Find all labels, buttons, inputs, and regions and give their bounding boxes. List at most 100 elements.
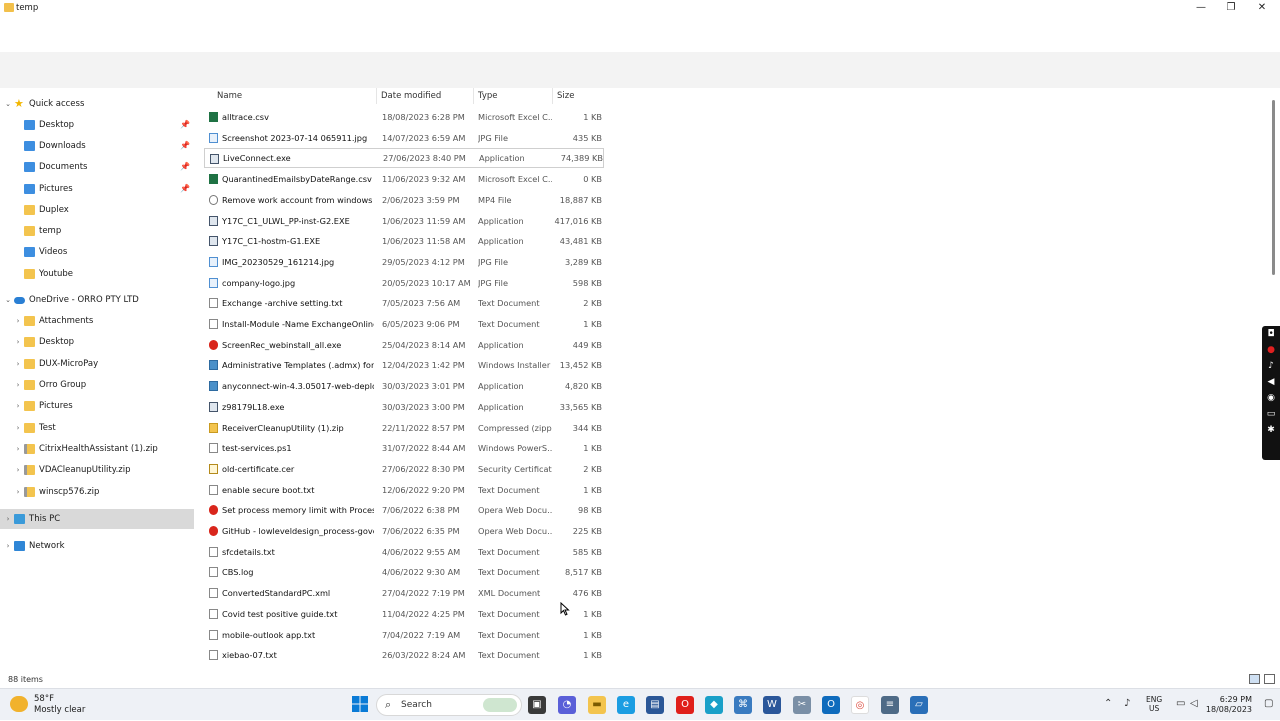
column-header-type[interactable]: Type [478, 91, 498, 101]
file-row[interactable]: ConvertedStandardPC.xml 27/04/2022 7:19 P… [204, 583, 604, 603]
nav-item[interactable]: temp [0, 221, 194, 241]
nav-item[interactable]: Downloads 📌 [0, 136, 194, 156]
volume-icon[interactable]: ◁ [1190, 698, 1198, 709]
nav-item[interactable]: › Test [0, 418, 194, 438]
close-button[interactable]: ✕ [1247, 0, 1277, 16]
remote-app-icon[interactable]: ◆ [705, 696, 723, 714]
network-app-icon[interactable]: ⌘ [734, 696, 752, 714]
file-row[interactable]: Exchange -archive setting.txt 7/05/2023 7… [204, 293, 604, 313]
camera-icon[interactable]: ◘ [1262, 326, 1280, 342]
file-row[interactable]: ReceiverCleanupUtility (1).zip 22/11/2022… [204, 418, 604, 438]
file-row[interactable]: mobile-outlook app.txt 7/04/2022 7:19 AM T… [204, 625, 604, 645]
file-row[interactable]: LiveConnect.exe 27/06/2023 8:40 PM Applica… [204, 148, 604, 169]
file-row[interactable]: sfcdetails.txt 4/06/2022 9:55 AM Text Docu… [204, 542, 604, 562]
language-indicator[interactable]: ENG US [1146, 695, 1162, 713]
nav-item[interactable]: › winscp576.zip [0, 482, 194, 502]
nav-item[interactable]: › Desktop [0, 332, 194, 352]
details-view-button[interactable] [1249, 674, 1260, 684]
nav-item[interactable]: › Orro Group [0, 375, 194, 395]
file-row[interactable]: Y17C_C1_ULWL_PP-inst-G2.EXE 1/06/2023 11:… [204, 211, 604, 231]
chevron-right-icon[interactable]: › [13, 460, 23, 480]
speaker-icon[interactable]: ◀ [1262, 374, 1280, 390]
taskbar-search-box[interactable]: ⌕ Search [376, 694, 522, 716]
scrollbar-thumb[interactable] [1272, 100, 1275, 275]
nav-item[interactable]: › Network [0, 536, 194, 556]
clock[interactable]: 6:29 PM 18/08/2023 [1204, 695, 1252, 715]
file-row[interactable]: Y17C_C1-hostm-G1.EXE 1/06/2023 11:58 AM Ap… [204, 231, 604, 251]
column-header-name[interactable]: Name [217, 91, 242, 101]
file-row[interactable]: IMG_20230529_161214.jpg 29/05/2023 4:12 P… [204, 252, 604, 272]
file-row[interactable]: ScreenRec_webinstall_all.exe 25/04/2023 8… [204, 335, 604, 355]
nav-item[interactable]: › This PC [0, 509, 194, 529]
record-icon[interactable]: ● [1262, 342, 1280, 358]
chevron-down-icon[interactable]: ⌄ [3, 94, 13, 114]
chevron-right-icon[interactable]: › [13, 332, 23, 352]
file-row[interactable]: enable secure boot.txt 12/06/2022 9:20 PM… [204, 480, 604, 500]
chevron-down-icon[interactable]: ⌄ [3, 290, 13, 310]
file-row[interactable]: xiebao-07.txt 26/03/2022 8:24 AM Text Docu… [204, 645, 604, 665]
network-status-icon[interactable]: ▭ [1176, 698, 1185, 709]
snipping-tool-icon[interactable]: ✂ [793, 696, 811, 714]
nav-item[interactable]: ⌄ OneDrive - ORRO PTY LTD [0, 290, 194, 310]
file-row[interactable]: alltrace.csv 18/08/2023 6:28 PM Microsoft … [204, 107, 604, 127]
edge-browser-icon[interactable]: e [617, 696, 635, 714]
opera-browser-icon[interactable]: O [676, 696, 694, 714]
restore-button[interactable]: ❐ [1216, 0, 1246, 16]
nav-item[interactable]: › Pictures [0, 396, 194, 416]
microphone-icon[interactable]: ♪ [1262, 358, 1280, 374]
chevron-right-icon[interactable]: › [13, 354, 23, 374]
nav-item[interactable]: Pictures 📌 [0, 179, 194, 199]
remote-desktop-icon[interactable]: ▱ [910, 696, 928, 714]
chevron-right-icon[interactable]: › [13, 396, 23, 416]
nav-item[interactable]: Desktop 📌 [0, 115, 194, 135]
file-row[interactable]: Remove work account from windows 10 ... 2… [204, 190, 604, 210]
chrome-icon[interactable]: ◎ [851, 696, 869, 714]
column-divider[interactable] [376, 88, 377, 104]
teams-chat-icon[interactable]: ◔ [558, 696, 576, 714]
file-row[interactable]: CBS.log 4/06/2022 9:30 AM Text Document 8,5… [204, 562, 604, 582]
file-row[interactable]: Administrative Templates (.admx) for Wi.… [204, 355, 604, 375]
nav-item[interactable]: Videos [0, 242, 194, 262]
nav-item[interactable]: Youtube [0, 264, 194, 284]
nav-item[interactable]: › VDACleanupUtility.zip [0, 460, 194, 480]
notification-icon[interactable]: ▢ [1264, 698, 1273, 709]
chevron-right-icon[interactable]: › [13, 439, 23, 459]
file-explorer-taskbar-icon[interactable]: ▬ [588, 696, 606, 714]
column-divider[interactable] [473, 88, 474, 104]
outlook-icon[interactable]: O [822, 696, 840, 714]
file-row[interactable]: company-logo.jpg 20/05/2023 10:17 AM JPG F… [204, 273, 604, 293]
file-row[interactable]: anyconnect-win-4.3.05017-web-deploy-... 3… [204, 376, 604, 396]
column-header-date[interactable]: Date modified [381, 91, 441, 101]
chevron-up-icon[interactable]: ⌃ [1104, 698, 1112, 709]
file-row[interactable]: Set process memory limit with Process G.… [204, 500, 604, 520]
notepad-icon[interactable]: ≡ [881, 696, 899, 714]
minimize-button[interactable]: — [1186, 0, 1216, 16]
microphone-icon[interactable]: ♪ [1124, 698, 1130, 709]
file-row[interactable]: test-services.ps1 31/07/2022 8:44 AM Windo… [204, 438, 604, 458]
column-divider[interactable] [552, 88, 553, 104]
file-row[interactable]: old-certificate.cer 27/06/2022 8:30 PM Sec… [204, 459, 604, 479]
start-button[interactable] [351, 696, 369, 714]
large-icons-view-button[interactable] [1264, 674, 1275, 684]
nav-item[interactable]: › Attachments [0, 311, 194, 331]
chevron-right-icon[interactable]: › [13, 482, 23, 502]
nav-item[interactable]: › CitrixHealthAssistant (1).zip [0, 439, 194, 459]
column-header-size[interactable]: Size [557, 91, 574, 101]
file-row[interactable]: Screenshot 2023-07-14 065911.jpg 14/07/20… [204, 128, 604, 148]
nav-item[interactable]: ⌄ ★ Quick access [0, 94, 194, 114]
chevron-right-icon[interactable]: › [13, 418, 23, 438]
task-view-icon[interactable]: ▣ [528, 696, 546, 714]
nav-item[interactable]: Documents 📌 [0, 157, 194, 177]
chevron-right-icon[interactable]: › [13, 311, 23, 331]
window-icon[interactable]: ▭ [1262, 406, 1280, 422]
settings-gear-icon[interactable]: ✱ [1262, 422, 1280, 438]
nav-item[interactable]: Duplex [0, 200, 194, 220]
file-row[interactable]: GitHub - lowleveldesign_process-govern..… [204, 521, 604, 541]
file-row[interactable]: z98179L18.exe 30/03/2023 3:00 PM Applicati… [204, 397, 604, 417]
file-row[interactable]: Covid test positive guide.txt 11/04/2022 … [204, 604, 604, 624]
word-icon[interactable]: W [763, 696, 781, 714]
webcam-icon[interactable]: ◉ [1262, 390, 1280, 406]
file-row[interactable]: Install-Module -Name ExchangeOnline.txt 6… [204, 314, 604, 334]
chevron-right-icon[interactable]: › [13, 375, 23, 395]
store-icon[interactable]: ▤ [646, 696, 664, 714]
